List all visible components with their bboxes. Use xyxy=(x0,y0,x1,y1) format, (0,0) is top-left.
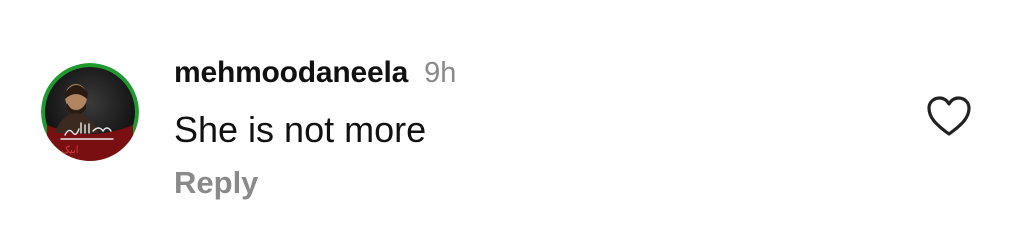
avatar[interactable]: ابیک xyxy=(41,63,139,161)
svg-text:ابیک: ابیک xyxy=(61,145,79,156)
reply-button[interactable]: Reply xyxy=(174,165,258,201)
heart-outline-icon xyxy=(927,96,971,136)
comment-text: She is not more xyxy=(174,109,427,150)
like-button[interactable] xyxy=(925,94,973,138)
username[interactable]: mehmoodaneela xyxy=(174,56,408,90)
comment-item: ابیک mehmoodaneela 9h She is not more Re… xyxy=(0,0,1024,247)
timestamp: 9h xyxy=(424,57,457,89)
comment-header: mehmoodaneela 9h xyxy=(174,56,456,90)
avatar-image: ابیک xyxy=(41,63,139,161)
